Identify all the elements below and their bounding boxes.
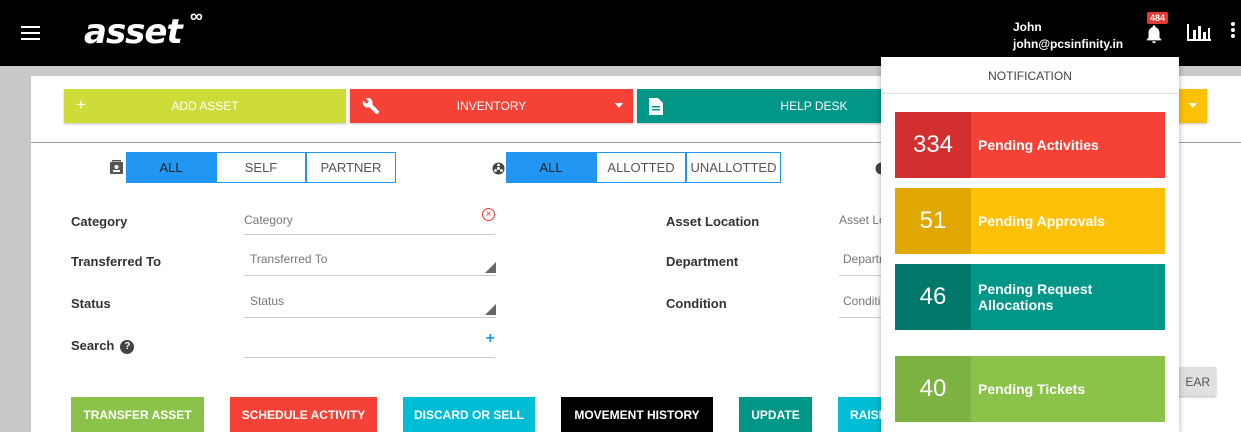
movement-history-button[interactable]: MOVEMENT HISTORY bbox=[561, 397, 713, 432]
help-desk-label: HELP DESK bbox=[780, 99, 848, 113]
wrench-icon bbox=[362, 97, 380, 115]
user-name[interactable]: John bbox=[1013, 20, 1042, 34]
notification-count: 51 bbox=[895, 188, 971, 254]
discard-or-sell-button[interactable]: DISCARD OR SELL bbox=[403, 397, 535, 432]
notification-pending-activities[interactable]: 334 Pending Activities bbox=[895, 112, 1165, 178]
transferred-to-select[interactable]: Transferred To bbox=[244, 242, 496, 276]
radiation-icon bbox=[492, 162, 505, 175]
condition-select[interactable]: Condition bbox=[839, 284, 881, 318]
notification-badge: 484 bbox=[1147, 12, 1169, 24]
notification-label: Pending Tickets bbox=[978, 381, 1086, 397]
status-value: Status bbox=[250, 294, 285, 308]
department-select[interactable]: Department bbox=[839, 242, 881, 276]
dropdown-triangle-icon bbox=[485, 262, 496, 273]
chevron-down-icon bbox=[1189, 103, 1197, 108]
search-label-wrap: Search? bbox=[71, 338, 135, 354]
raise-button[interactable]: RAISE bbox=[838, 397, 881, 432]
notification-count: 334 bbox=[895, 112, 971, 178]
filter-self[interactable]: SELF bbox=[216, 152, 306, 183]
category-input[interactable]: Category bbox=[244, 213, 293, 227]
notification-count: 40 bbox=[895, 356, 971, 422]
logo-infinity-mark: ∞ bbox=[190, 6, 203, 26]
divider bbox=[881, 93, 1179, 94]
user-email[interactable]: john@pcsinfinity.in bbox=[1013, 37, 1123, 51]
app-logo[interactable]: asset bbox=[84, 12, 183, 52]
schedule-activity-button[interactable]: SCHEDULE ACTIVITY bbox=[230, 397, 377, 432]
category-field[interactable]: Category × bbox=[244, 201, 495, 235]
filter-unallotted[interactable]: UNALLOTTED bbox=[686, 152, 781, 183]
notification-label: Pending Activities bbox=[978, 137, 1099, 153]
department-value: Department bbox=[843, 252, 881, 266]
filter-allotted[interactable]: ALLOTTED bbox=[596, 152, 686, 183]
notification-label: Pending Request Allocations bbox=[978, 281, 1093, 313]
status-select[interactable]: Status bbox=[244, 284, 496, 318]
clear-icon[interactable]: × bbox=[482, 208, 495, 221]
filter-partner[interactable]: PARTNER bbox=[306, 152, 396, 183]
bell-icon[interactable] bbox=[1143, 23, 1165, 45]
update-button[interactable]: UPDATE bbox=[739, 397, 812, 432]
add-icon[interactable]: + bbox=[486, 330, 495, 348]
notification-pending-tickets[interactable]: 40 Pending Tickets bbox=[895, 356, 1165, 422]
add-asset-button[interactable]: + ADD ASSET bbox=[64, 89, 346, 123]
category-label: Category bbox=[71, 214, 128, 229]
plus-icon: + bbox=[76, 95, 86, 114]
help-icon[interactable]: ? bbox=[120, 339, 135, 354]
notification-pending-approvals[interactable]: 51 Pending Approvals bbox=[895, 188, 1165, 254]
asset-location-field[interactable]: Asset Location bbox=[839, 201, 881, 235]
notification-count: 46 bbox=[895, 264, 971, 330]
more-dropdown-button[interactable] bbox=[1179, 89, 1207, 123]
menu-icon[interactable] bbox=[21, 26, 40, 40]
inventory-label: INVENTORY bbox=[456, 99, 527, 113]
asset-location-input[interactable]: Asset Location bbox=[839, 213, 881, 227]
inventory-button[interactable]: INVENTORY bbox=[350, 89, 633, 123]
add-asset-label: ADD ASSET bbox=[171, 99, 239, 113]
transferred-to-label: Transferred To bbox=[71, 254, 162, 269]
filter-all-allocation[interactable]: ALL bbox=[506, 152, 596, 183]
search-label: Search bbox=[71, 338, 115, 353]
condition-label: Condition bbox=[666, 296, 727, 311]
notification-pending-request-allocations[interactable]: 46 Pending Request Allocations bbox=[895, 264, 1165, 330]
notification-panel: NOTIFICATION 334 Pending Activities 51 P… bbox=[881, 57, 1179, 432]
transfer-asset-button[interactable]: TRANSFER ASSET bbox=[71, 397, 204, 432]
status-label: Status bbox=[71, 296, 111, 311]
transferred-to-value: Transferred To bbox=[250, 252, 328, 266]
help-desk-button[interactable]: HELP DESK bbox=[637, 89, 881, 123]
notification-title: NOTIFICATION bbox=[988, 69, 1072, 83]
chevron-down-icon bbox=[615, 103, 623, 108]
document-icon bbox=[649, 98, 663, 115]
more-options-icon[interactable] bbox=[1231, 22, 1237, 42]
dropdown-triangle-icon bbox=[485, 304, 496, 315]
condition-value: Condition bbox=[843, 294, 881, 308]
department-label: Department bbox=[666, 254, 739, 269]
contacts-icon bbox=[110, 160, 123, 174]
bar-chart-icon[interactable] bbox=[1186, 22, 1212, 42]
filter-all-owner[interactable]: ALL bbox=[126, 152, 216, 183]
search-field[interactable]: + bbox=[244, 324, 495, 358]
notification-label: Pending Approvals bbox=[978, 213, 1106, 229]
asset-location-label: Asset Location bbox=[666, 214, 760, 229]
